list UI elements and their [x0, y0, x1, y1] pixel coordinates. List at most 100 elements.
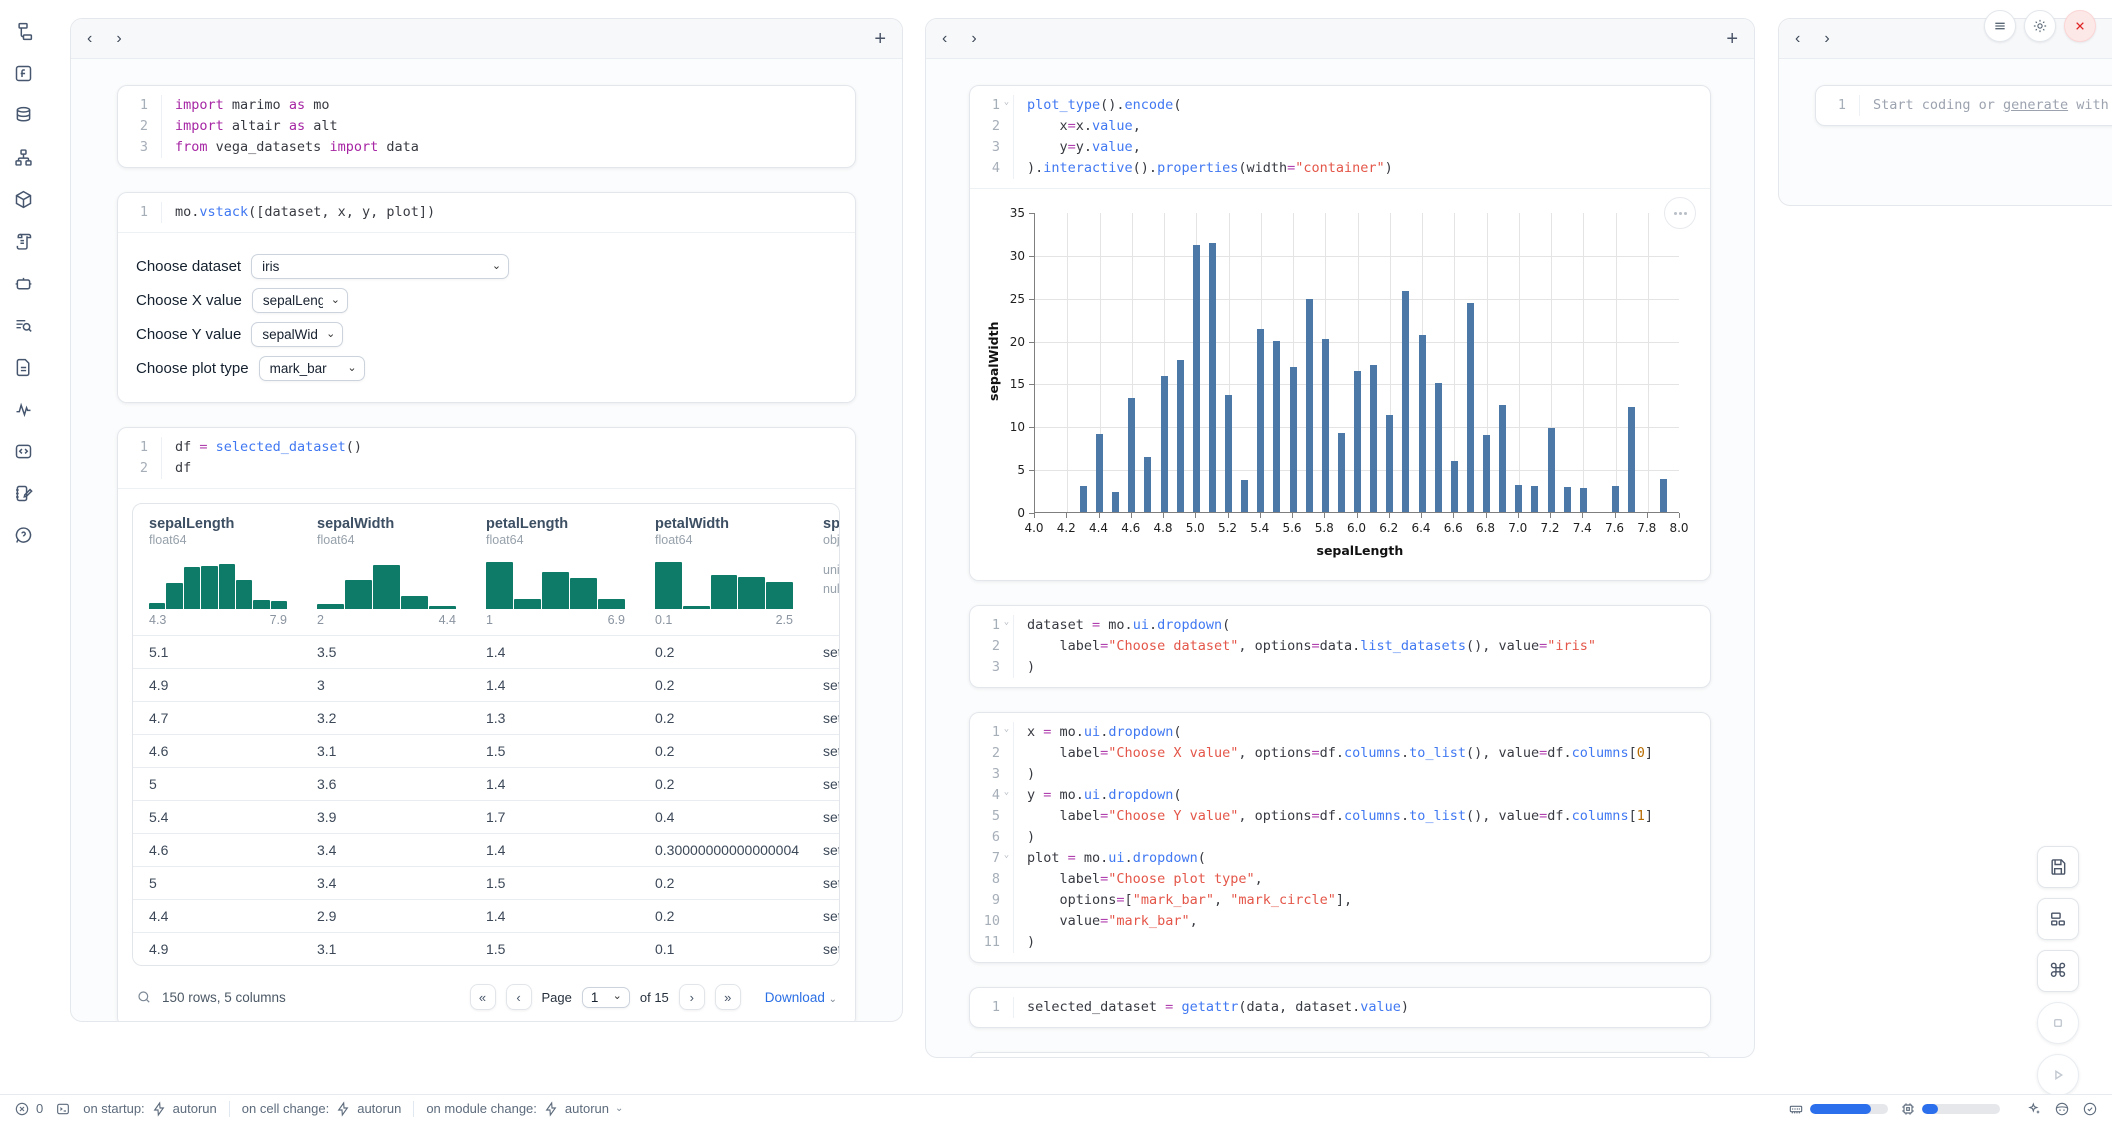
chart-bar[interactable] — [1483, 435, 1490, 512]
chart-bar[interactable] — [1402, 291, 1409, 512]
download-button[interactable]: Download ⌄ — [765, 990, 837, 1005]
table-row[interactable]: 5.43.91.70.4setosa — [133, 800, 840, 833]
cell-dataframe[interactable]: 1df = selected_dataset()2df sepalLength … — [117, 427, 856, 1022]
chart-bar[interactable] — [1419, 335, 1426, 512]
logs-icon[interactable] — [10, 228, 36, 254]
errors-indicator[interactable]: 0 — [14, 1101, 43, 1117]
chart-bar[interactable] — [1306, 299, 1313, 512]
chart-plot-area[interactable] — [1034, 213, 1679, 513]
chart-bar[interactable] — [1660, 479, 1667, 512]
code-editor[interactable]: 1mo.vstack([dataset, x, y, plot]) — [118, 193, 855, 232]
chart-bar[interactable] — [1338, 433, 1345, 512]
cell-imports[interactable]: 1import marimo as mo2import altair as al… — [117, 85, 856, 168]
empty-cell-placeholder[interactable]: Start coding or generate with AI — [1859, 95, 2112, 116]
code-editor[interactable]: 1⌄plot_type().encode(2 x=x.value,3 y=y.v… — [970, 86, 1710, 188]
table-row[interactable]: 4.42.91.40.2setosa — [133, 899, 840, 932]
chevron-left-icon[interactable]: ‹ — [87, 31, 92, 47]
chart-menu-button[interactable] — [1664, 197, 1696, 229]
terminal-button[interactable] — [55, 1101, 71, 1117]
chat-bot-icon[interactable] — [10, 270, 36, 296]
generate-with-ai-link[interactable]: generate — [2003, 97, 2068, 113]
chart-bar[interactable] — [1451, 461, 1458, 512]
last-page-button[interactable]: » — [715, 984, 741, 1010]
add-cell-button[interactable]: + — [1726, 29, 1738, 49]
cell-empty[interactable]: 1 Start coding or generate with AI — [1815, 85, 2112, 126]
file-tree-icon[interactable] — [10, 18, 36, 44]
chevron-right-icon[interactable]: › — [971, 31, 976, 47]
save-button[interactable] — [2037, 846, 2079, 888]
chart-bar[interactable] — [1499, 405, 1506, 512]
chevron-left-icon[interactable]: ‹ — [1795, 31, 1800, 47]
table-row[interactable]: 5.13.51.40.2setosa — [133, 635, 840, 668]
code-editor[interactable]: 1⌄x = mo.ui.dropdown(2 label="Choose X v… — [970, 713, 1710, 962]
database-icon[interactable] — [10, 102, 36, 128]
fold-chevron-icon[interactable]: ⌄ — [1000, 95, 1013, 116]
chart-bar[interactable] — [1531, 486, 1538, 512]
chart-bar[interactable] — [1273, 341, 1280, 512]
chart-bar[interactable] — [1161, 376, 1168, 512]
chart-bar[interactable] — [1580, 488, 1587, 512]
chart-bar[interactable] — [1144, 457, 1151, 512]
page-select[interactable]: 1 — [582, 987, 630, 1008]
chart-bar[interactable] — [1322, 339, 1329, 512]
table-row[interactable]: 53.61.40.2setosa — [133, 767, 840, 800]
fold-chevron-icon[interactable]: ⌄ — [1000, 615, 1013, 636]
code-editor[interactable]: 1import marimo as mo2import altair as al… — [118, 86, 855, 167]
chart-bar[interactable] — [1112, 492, 1119, 512]
chart-bar[interactable] — [1467, 303, 1474, 512]
stop-button[interactable] — [2037, 1002, 2079, 1044]
cell-plot-type[interactable]: 1plot_type = getattr(alt.Chart(df), plot… — [969, 1052, 1711, 1058]
memory-usage[interactable] — [1788, 1101, 1888, 1117]
cell-xy-plot-dropdowns[interactable]: 1⌄x = mo.ui.dropdown(2 label="Choose X v… — [969, 712, 1711, 963]
chart-bar[interactable] — [1515, 485, 1522, 512]
function-icon[interactable] — [10, 60, 36, 86]
chart-bar[interactable] — [1241, 480, 1248, 512]
run-button[interactable] — [2037, 1054, 2079, 1096]
chart-bar[interactable] — [1128, 398, 1135, 512]
search-icon[interactable] — [136, 989, 152, 1005]
chart-bar[interactable] — [1225, 395, 1232, 512]
x-value-select[interactable]: sepalLength — [252, 288, 348, 313]
table-row[interactable]: 4.931.40.2setosa — [133, 668, 840, 701]
search-list-icon[interactable] — [10, 312, 36, 338]
plot-type-select[interactable]: mark_bar — [259, 356, 365, 381]
layout-button[interactable] — [2037, 898, 2079, 940]
chart-bar[interactable] — [1354, 371, 1361, 512]
tracing-icon[interactable] — [10, 396, 36, 422]
chart-bar[interactable] — [1080, 486, 1087, 512]
package-icon[interactable] — [10, 186, 36, 212]
bar-chart[interactable]: 4.04.24.44.64.85.05.25.45.65.86.06.26.46… — [976, 197, 1703, 569]
chart-bar[interactable] — [1370, 365, 1377, 512]
cell-chart[interactable]: 1⌄plot_type().encode(2 x=x.value,3 y=y.v… — [969, 85, 1711, 581]
chevron-right-icon[interactable]: › — [1824, 31, 1829, 47]
next-page-button[interactable]: › — [679, 984, 705, 1010]
help-icon[interactable] — [10, 522, 36, 548]
chart-bar[interactable] — [1612, 486, 1619, 512]
add-cell-button[interactable]: + — [874, 29, 886, 49]
chart-bar[interactable] — [1564, 487, 1571, 512]
chart-bar[interactable] — [1193, 245, 1200, 512]
prev-page-button[interactable]: ‹ — [506, 984, 532, 1010]
code-editor[interactable]: 1⌄dataset = mo.ui.dropdown(2 label="Choo… — [970, 606, 1710, 687]
cpu-usage[interactable] — [1900, 1101, 2000, 1117]
chart-bar[interactable] — [1257, 329, 1264, 512]
on-startup-setting[interactable]: on startup: autorun — [83, 1101, 217, 1117]
ai-assist-button[interactable] — [2026, 1101, 2042, 1117]
on-cell-change-setting[interactable]: on cell change: autorun — [242, 1101, 402, 1117]
cell-vstack[interactable]: 1mo.vstack([dataset, x, y, plot]) Choose… — [117, 192, 856, 403]
first-page-button[interactable]: « — [470, 984, 496, 1010]
code-editor[interactable]: 1df = selected_dataset()2df — [118, 428, 855, 488]
connection-status[interactable] — [2082, 1101, 2098, 1117]
fold-chevron-icon[interactable]: ⌄ — [1000, 848, 1013, 869]
dataframe-table[interactable]: sepalLength float64 4.37.9 sepalWidth fl… — [132, 503, 840, 966]
cell-selected-dataset[interactable]: 1selected_dataset = getattr(data, datase… — [969, 987, 1711, 1028]
settings-button[interactable] — [2024, 10, 2056, 42]
chart-bar[interactable] — [1548, 428, 1555, 512]
command-palette-button[interactable]: ⌘ — [2037, 950, 2079, 992]
y-value-select[interactable]: sepalWidth — [251, 322, 343, 347]
close-button[interactable] — [2064, 10, 2096, 42]
copilot-button[interactable] — [2054, 1101, 2070, 1117]
dependency-graph-icon[interactable] — [10, 144, 36, 170]
table-row[interactable]: 4.73.21.30.2setosa — [133, 701, 840, 734]
table-row[interactable]: 4.63.41.40.30000000000000004setosa — [133, 833, 840, 866]
